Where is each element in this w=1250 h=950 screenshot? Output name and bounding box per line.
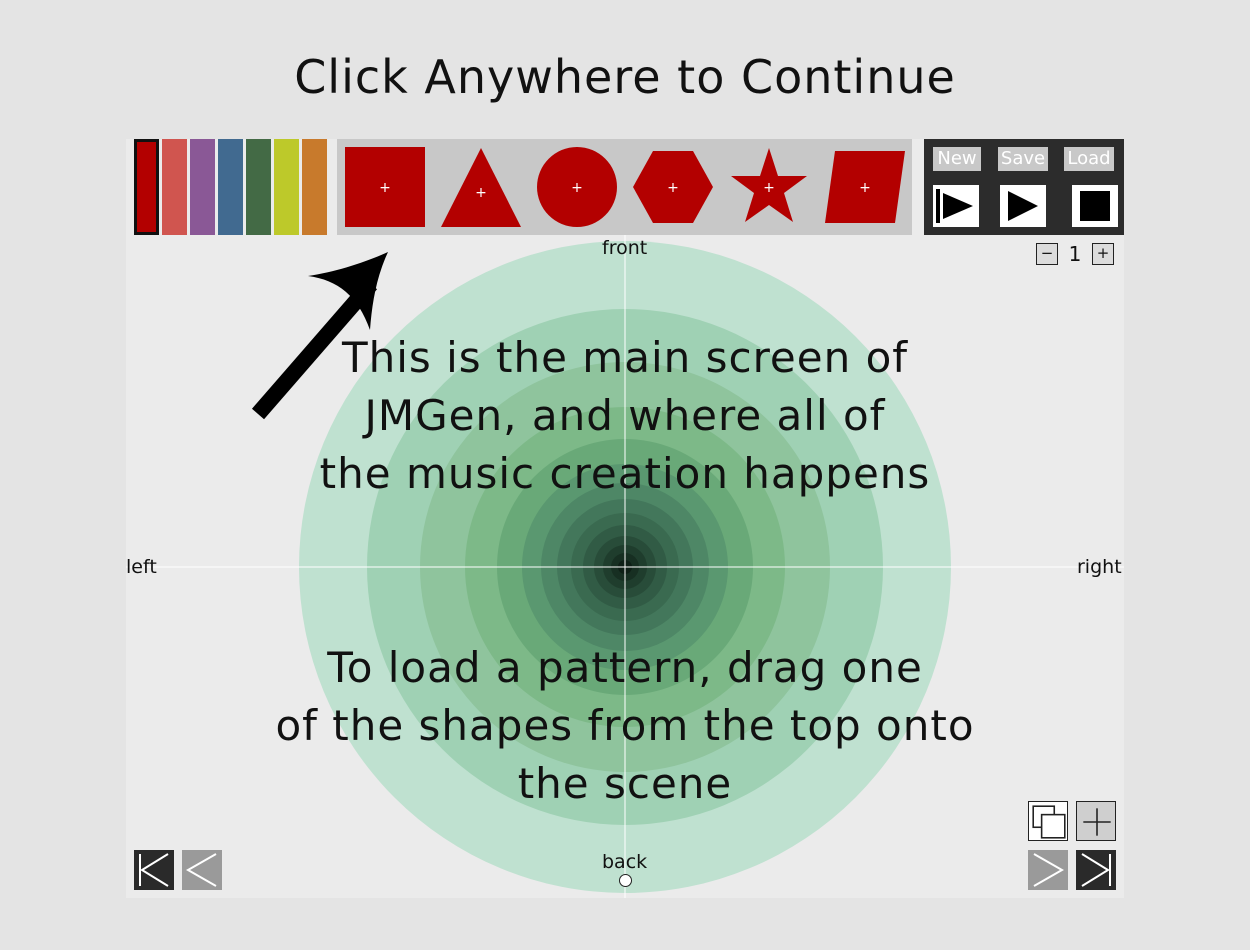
add-icon <box>1083 808 1111 836</box>
play-button[interactable] <box>1000 185 1046 227</box>
swatch-red[interactable] <box>134 139 159 235</box>
last-page-button[interactable] <box>1076 850 1116 890</box>
stop-button[interactable] <box>1072 185 1118 227</box>
new-button[interactable]: New <box>933 147 981 171</box>
duplicate-button[interactable] <box>1028 801 1068 841</box>
svg-text:+: + <box>571 180 583 196</box>
play-icon <box>1008 191 1038 221</box>
back-label: back <box>602 851 648 873</box>
svg-text:+: + <box>859 180 871 196</box>
color-palette <box>132 139 328 235</box>
swatch-green[interactable] <box>246 139 271 235</box>
zoom-out-button[interactable]: − <box>1036 243 1058 265</box>
continue-banner[interactable]: Click Anywhere to Continue <box>0 50 1250 104</box>
zoom-in-button[interactable]: + <box>1092 243 1114 265</box>
load-button[interactable]: Load <box>1064 147 1114 171</box>
playback-controls: New Save Load <box>924 139 1124 235</box>
listener-handle[interactable] <box>619 874 632 887</box>
svg-text:+: + <box>379 180 391 196</box>
main-screen: front back left right This is the main s… <box>126 139 1124 898</box>
circle-shape[interactable]: + <box>535 145 619 229</box>
duplicate-icon <box>1032 805 1066 839</box>
front-label: front <box>602 237 648 259</box>
star-shape[interactable]: + <box>727 145 811 229</box>
swatch-yellow[interactable] <box>274 139 299 235</box>
last-page-icon <box>1081 853 1111 887</box>
stop-icon <box>1080 191 1110 221</box>
swatch-blue[interactable] <box>218 139 243 235</box>
square-shape[interactable]: + <box>343 145 427 229</box>
swatch-purple[interactable] <box>190 139 215 235</box>
first-page-icon <box>139 853 169 887</box>
swatch-orange[interactable] <box>302 139 327 235</box>
svg-text:+: + <box>475 185 487 201</box>
previous-page-button[interactable] <box>182 850 222 890</box>
shapes-tray: + + + + + + <box>337 139 912 235</box>
next-page-icon <box>1033 853 1065 887</box>
play-from-start-icon <box>936 189 973 223</box>
save-button[interactable]: Save <box>998 147 1048 171</box>
parallelogram-shape[interactable]: + <box>823 145 907 229</box>
triangle-shape[interactable]: + <box>439 145 523 229</box>
left-label: left <box>126 556 157 578</box>
play-from-start-button[interactable] <box>933 185 979 227</box>
next-page-button[interactable] <box>1028 850 1068 890</box>
tutorial-load-text: To load a pattern, drag one of the shape… <box>275 643 975 808</box>
swatch-salmon[interactable] <box>162 139 187 235</box>
svg-text:+: + <box>763 180 775 196</box>
svg-text:+: + <box>667 180 679 196</box>
right-label: right <box>1077 556 1122 578</box>
zoom-level: 1 <box>1068 242 1082 266</box>
first-page-button[interactable] <box>134 850 174 890</box>
tutorial-main-text: This is the main screen of JMGen, and wh… <box>319 333 931 498</box>
previous-page-icon <box>185 853 217 887</box>
add-button[interactable] <box>1076 801 1116 841</box>
hexagon-shape[interactable]: + <box>631 145 715 229</box>
